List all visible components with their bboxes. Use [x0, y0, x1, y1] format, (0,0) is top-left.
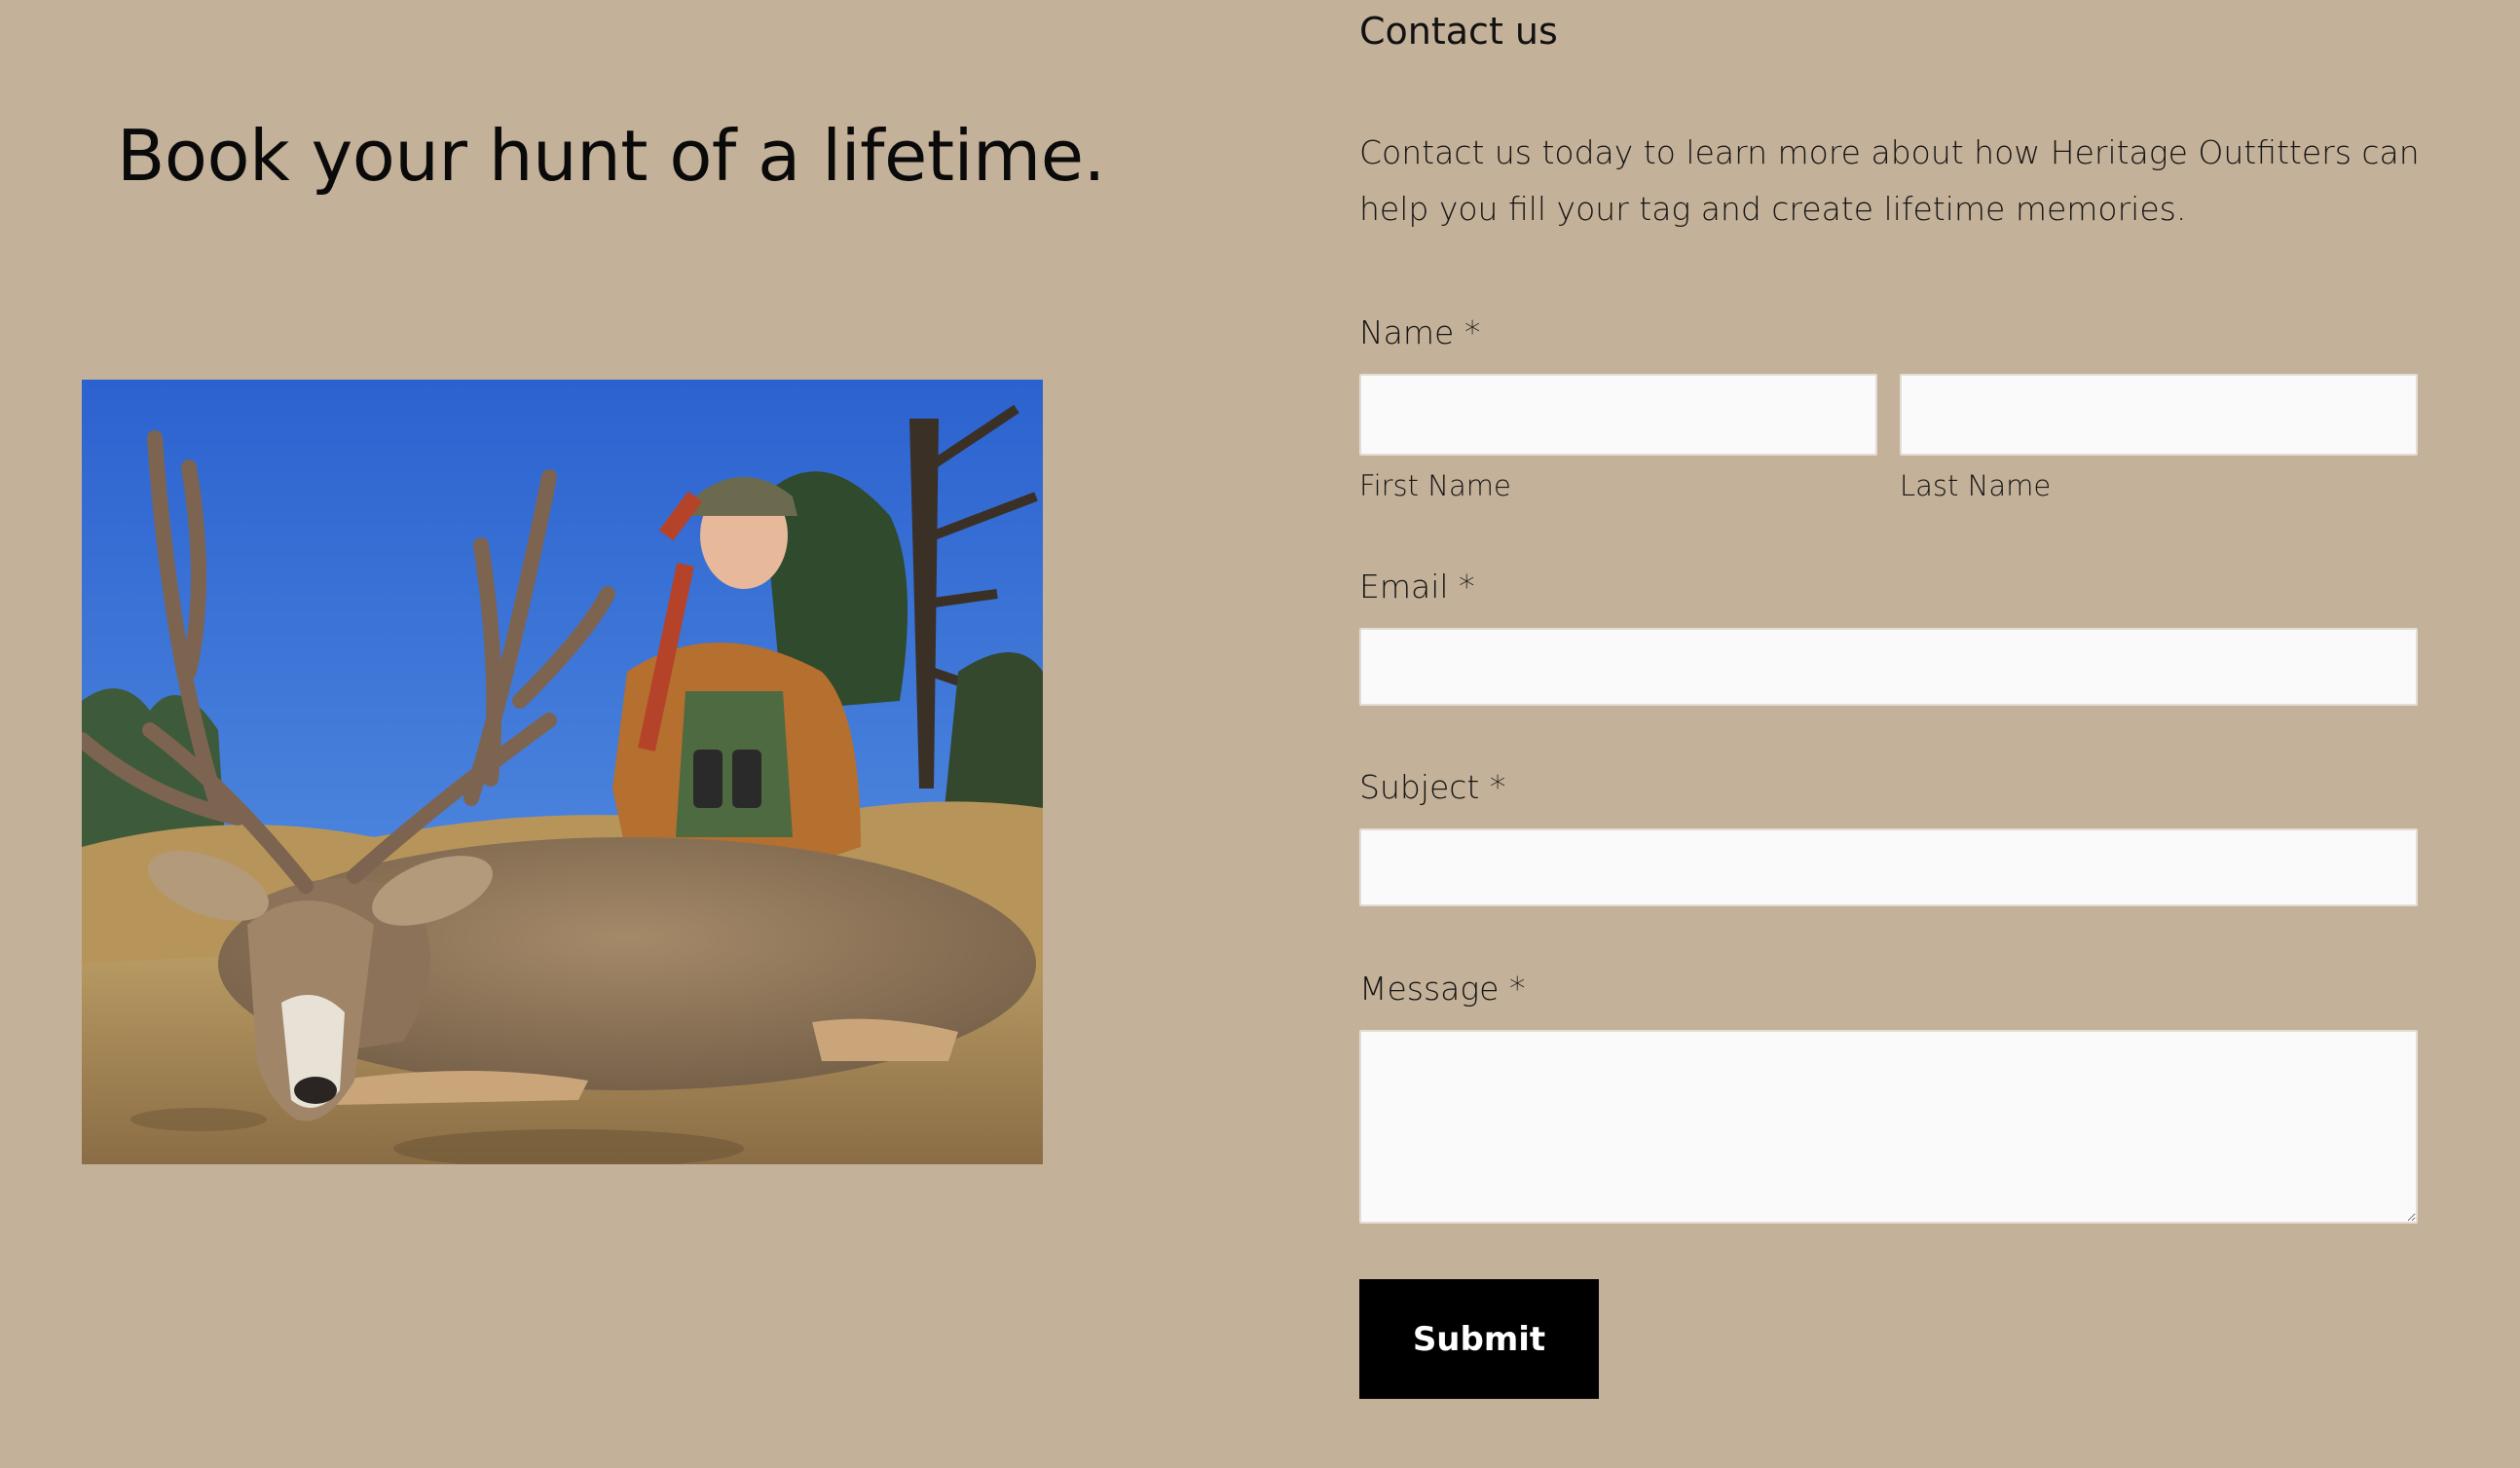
name-label: Name *	[1359, 313, 1481, 351]
page-headline: Book your hunt of a lifetime.	[117, 115, 1105, 197]
first-name-input[interactable]	[1359, 374, 1877, 456]
message-textarea[interactable]	[1359, 1030, 2418, 1224]
email-input[interactable]	[1359, 628, 2418, 706]
email-label: Email *	[1359, 568, 1475, 606]
contact-intro-text: Contact us today to learn more about how…	[1359, 133, 2420, 228]
last-name-label: Last Name	[1900, 469, 2052, 502]
subject-input[interactable]	[1359, 828, 2418, 906]
contact-title: Contact us	[1359, 10, 1558, 53]
hunt-photo	[82, 380, 1043, 1164]
last-name-input[interactable]	[1900, 374, 2418, 456]
subject-label: Subject *	[1359, 768, 1506, 806]
message-label: Message *	[1359, 970, 1526, 1008]
submit-button[interactable]: Submit	[1359, 1279, 1599, 1399]
first-name-label: First Name	[1359, 469, 1511, 502]
